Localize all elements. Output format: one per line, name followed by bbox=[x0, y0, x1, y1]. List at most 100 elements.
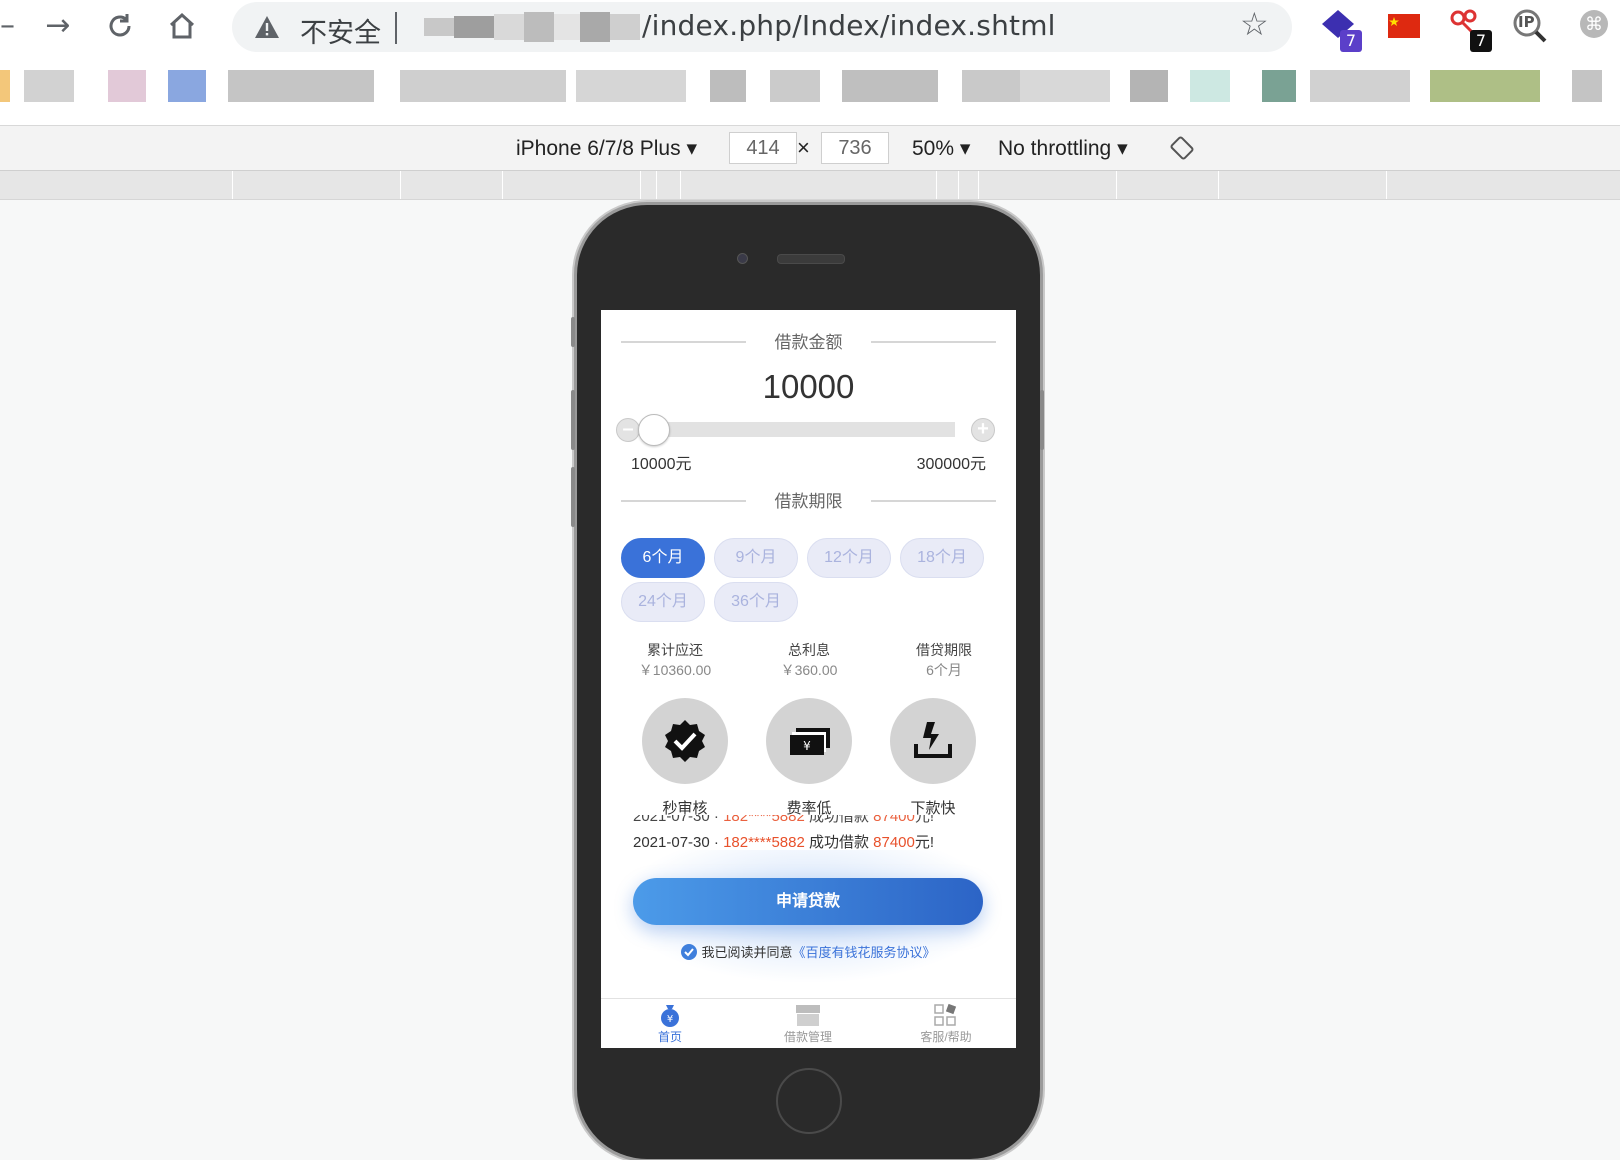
ticker-middle: 成功借款 bbox=[804, 834, 874, 851]
amount-value: 10000 bbox=[762, 368, 855, 405]
loan-ticker: 2021-07-30 · 182****5882 成功借款 87400元! 20… bbox=[601, 815, 1016, 855]
loan-amount-header: 借款金额 bbox=[601, 326, 1016, 356]
ticker-amount: 87400 bbox=[873, 834, 915, 851]
check-icon bbox=[684, 948, 695, 957]
reload-button[interactable] bbox=[102, 8, 138, 44]
device-name: iPhone 6/7/8 Plus bbox=[516, 137, 681, 160]
loan-term-header: 借款期限 bbox=[601, 485, 1016, 515]
ip-label: IP bbox=[1518, 13, 1535, 31]
bottom-tab-bar: ¥ 首页 借款管理 客服/帮助 bbox=[601, 998, 1016, 1048]
home-button[interactable] bbox=[164, 8, 200, 44]
amount-slider-thumb[interactable] bbox=[638, 414, 670, 446]
tab-loan-management[interactable]: 借款管理 bbox=[739, 1002, 877, 1045]
stat-value: 6个月 bbox=[926, 662, 962, 678]
agreement-text: 我已阅读并同意 bbox=[701, 945, 793, 960]
svg-text:¥: ¥ bbox=[667, 1014, 673, 1025]
feature-fast-review: 秒审核 bbox=[625, 698, 745, 818]
min-amount-label: 10000元 bbox=[631, 456, 692, 473]
extension-badge: 7 bbox=[1470, 30, 1492, 52]
home-button[interactable] bbox=[776, 1068, 842, 1134]
volume-up-button bbox=[571, 390, 575, 450]
term-option-18[interactable]: 18个月 bbox=[900, 538, 984, 578]
ticker-date: 2021-07-30 · bbox=[633, 834, 724, 851]
stat-label: 借贷期限 bbox=[916, 642, 972, 658]
stat-total-repay: 累计应还 ￥10360.00 bbox=[615, 640, 735, 680]
tab-help[interactable]: 客服/帮助 bbox=[877, 1002, 1015, 1045]
svg-text:¥: ¥ bbox=[803, 739, 811, 753]
china-flag-icon bbox=[1388, 14, 1420, 38]
loan-term-title: 借款期限 bbox=[774, 492, 843, 511]
zoom-selector[interactable]: 50% ▾ bbox=[912, 136, 970, 161]
agreement-row: 我已阅读并同意《百度有钱花服务协议》 bbox=[601, 942, 1016, 961]
zoom-value: 50% bbox=[912, 137, 955, 160]
feature-low-rate: ¥ 费率低 bbox=[749, 698, 869, 818]
term-option-6[interactable]: 6个月 bbox=[621, 538, 705, 578]
plus-button[interactable]: + bbox=[971, 418, 995, 442]
term-option-24[interactable]: 24个月 bbox=[621, 582, 705, 622]
home-icon bbox=[169, 12, 195, 39]
device-toolbar: iPhone 6/7/8 Plus ▾ 414 × 736 50% ▾ No t… bbox=[0, 126, 1620, 171]
throttling-value: No throttling bbox=[998, 137, 1112, 160]
ticker-row: 2021-07-30 · 182****5882 成功借款 87400元! bbox=[633, 831, 934, 852]
browser-chrome: – → 不安全 /index.php/Index/index.shtml ☆ 7… bbox=[0, 0, 1620, 126]
svg-text:⌘: ⌘ bbox=[1585, 14, 1603, 35]
tab-label: 首页 bbox=[657, 1030, 682, 1044]
mute-switch bbox=[571, 317, 575, 347]
throttling-selector[interactable]: No throttling ▾ bbox=[998, 136, 1128, 161]
height-input[interactable]: 736 bbox=[821, 132, 889, 164]
tab-label: 借款管理 bbox=[783, 1030, 832, 1044]
reload-icon bbox=[109, 14, 131, 37]
back-button[interactable]: – bbox=[0, 8, 15, 44]
address-bar[interactable]: 不安全 /index.php/Index/index.shtml ☆ bbox=[232, 2, 1292, 52]
cash-icon: ¥ bbox=[790, 728, 830, 755]
tab-manager-extension[interactable]: 7 bbox=[1320, 8, 1362, 52]
url-path[interactable]: /index.php/Index/index.shtml bbox=[642, 9, 1056, 42]
money-bag-icon: ¥ bbox=[661, 1005, 679, 1027]
grid-icon bbox=[934, 1003, 957, 1026]
security-label[interactable]: 不安全 bbox=[300, 11, 381, 50]
width-input[interactable]: 414 bbox=[729, 132, 797, 164]
amount-slider-track[interactable] bbox=[653, 422, 955, 437]
front-camera bbox=[737, 253, 748, 264]
minus-button[interactable]: – bbox=[616, 418, 640, 442]
max-amount-label: 300000元 bbox=[916, 456, 986, 473]
loan-amount-title: 借款金额 bbox=[774, 333, 843, 352]
forward-button[interactable]: → bbox=[40, 8, 76, 44]
verified-badge-icon bbox=[665, 720, 705, 762]
tab-home[interactable]: ¥ 首页 bbox=[601, 1002, 739, 1045]
ticker-row-previous: 2021-07-30 · 182****5882 成功借款 87400元! bbox=[633, 815, 935, 825]
term-option-9[interactable]: 9个月 bbox=[714, 538, 798, 578]
ticker-phone: 182****5882 bbox=[723, 834, 805, 851]
apply-loan-button[interactable]: 申请贷款 bbox=[633, 878, 983, 925]
stat-label: 累计应还 bbox=[647, 642, 703, 658]
term-option-12[interactable]: 12个月 bbox=[807, 538, 891, 578]
tab-label: 客服/帮助 bbox=[920, 1030, 972, 1044]
dimension-separator: × bbox=[797, 135, 810, 160]
earpiece-speaker bbox=[777, 254, 845, 264]
volume-down-button bbox=[571, 467, 575, 527]
stat-loan-period: 借贷期限 6个月 bbox=[884, 640, 1004, 680]
stat-total-interest: 总利息 ￥360.00 bbox=[749, 640, 869, 680]
agreement-link[interactable]: 《百度有钱花服务协议》 bbox=[793, 945, 936, 960]
device-selector[interactable]: iPhone 6/7/8 Plus ▾ bbox=[516, 136, 697, 161]
stat-value: ￥10360.00 bbox=[638, 662, 712, 678]
agreement-checkbox[interactable] bbox=[681, 944, 698, 960]
blurred-hostname bbox=[424, 10, 641, 44]
warning-icon bbox=[255, 16, 279, 38]
scissors-extension[interactable]: 7 bbox=[1448, 8, 1492, 52]
command-extension[interactable]: ⌘ bbox=[1578, 8, 1618, 48]
stat-label: 总利息 bbox=[788, 642, 830, 658]
app-screen: 借款金额 10000 – + 10000元 300000元 借款期限 6个月 9… bbox=[601, 310, 1016, 1048]
address-separator bbox=[395, 12, 397, 44]
box-icon bbox=[796, 1005, 820, 1026]
ip-lookup-extension[interactable]: IP bbox=[1512, 8, 1552, 48]
bookmark-star-icon[interactable]: ☆ bbox=[1240, 5, 1269, 43]
command-icon: ⌘ bbox=[1580, 10, 1608, 38]
stat-value: ￥360.00 bbox=[780, 662, 838, 678]
feature-fast-payout: 下款快 bbox=[873, 698, 993, 818]
media-query-ruler bbox=[0, 171, 1620, 200]
term-option-36[interactable]: 36个月 bbox=[714, 582, 798, 622]
rotate-icon[interactable] bbox=[1170, 136, 1194, 160]
fast-download-icon bbox=[914, 722, 952, 758]
china-flag-extension[interactable] bbox=[1388, 8, 1428, 48]
